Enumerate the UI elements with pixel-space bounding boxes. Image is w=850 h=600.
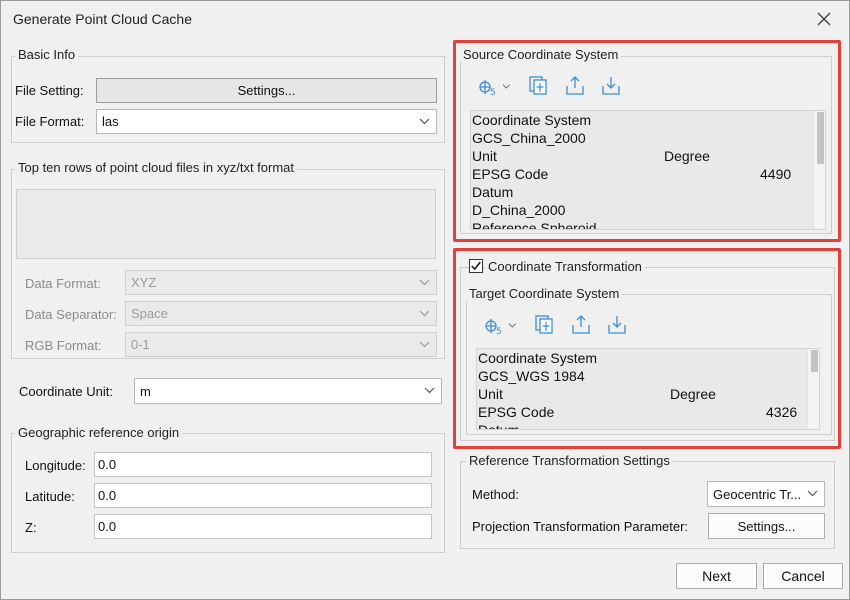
z-input[interactable] bbox=[94, 514, 432, 539]
file-settings-button[interactable]: Settings... bbox=[96, 78, 437, 103]
coordinate-transformation-checkbox[interactable] bbox=[469, 259, 483, 273]
xyz-preview-label: Top ten rows of point cloud files in xyz… bbox=[15, 160, 298, 175]
z-label: Z: bbox=[25, 520, 37, 535]
export-upload-icon[interactable] bbox=[563, 74, 587, 98]
data-separator-select[interactable]: Space bbox=[125, 301, 437, 326]
svg-text:5: 5 bbox=[490, 88, 496, 98]
target-cs-value: Degree bbox=[670, 386, 716, 402]
rgb-format-value: 0-1 bbox=[131, 337, 150, 352]
chevron-down-icon[interactable] bbox=[501, 74, 517, 98]
file-setting-label: File Setting: bbox=[15, 83, 84, 98]
import-cs-icon[interactable] bbox=[533, 313, 557, 337]
svg-text:5: 5 bbox=[496, 327, 502, 337]
file-format-value: las bbox=[102, 114, 119, 129]
source-cs-row: Reference Spheroid bbox=[472, 220, 597, 230]
method-value: Geocentric Tr... bbox=[713, 486, 802, 502]
export-upload-icon[interactable] bbox=[569, 313, 593, 337]
latitude-label: Latitude: bbox=[25, 489, 75, 504]
chevron-down-icon bbox=[419, 279, 430, 285]
rgb-format-label: RGB Format: bbox=[25, 338, 102, 353]
download-icon[interactable] bbox=[599, 74, 623, 98]
source-cs-value: 4490 bbox=[760, 166, 792, 182]
chevron-down-icon bbox=[424, 387, 435, 394]
source-cs-row: GCS_China_2000 bbox=[472, 130, 586, 146]
source-cs-info: Coordinate System GCS_China_2000 Unit De… bbox=[470, 110, 826, 230]
source-cs-scrollbar[interactable] bbox=[813, 111, 825, 229]
geo-origin-label: Geographic reference origin bbox=[15, 425, 183, 440]
target-cs-row: Unit bbox=[478, 386, 503, 402]
target-cs-value: 4326 bbox=[766, 404, 798, 420]
chevron-down-icon bbox=[419, 118, 430, 124]
source-cs-row: D_China_2000 bbox=[472, 202, 566, 218]
method-label: Method: bbox=[472, 487, 519, 502]
cancel-button[interactable]: Cancel bbox=[763, 563, 843, 589]
next-button[interactable]: Next bbox=[676, 563, 757, 589]
file-format-select[interactable]: las bbox=[96, 109, 437, 134]
target-cs-scrollbar[interactable] bbox=[807, 349, 819, 429]
coordinate-unit-value: m bbox=[140, 383, 151, 399]
basic-info-label: Basic Info bbox=[15, 47, 79, 62]
data-format-value: XYZ bbox=[131, 275, 157, 290]
coordinate-system-picker-icon[interactable]: 5 bbox=[483, 313, 507, 337]
target-cs-info: Coordinate System GCS_WGS 1984 Unit Degr… bbox=[476, 348, 820, 430]
chevron-down-icon bbox=[419, 341, 430, 347]
xyz-preview-area bbox=[16, 189, 436, 259]
scrollbar-thumb[interactable] bbox=[811, 350, 818, 372]
file-format-label: File Format: bbox=[15, 114, 85, 129]
scrollbar-thumb[interactable] bbox=[817, 112, 824, 164]
ref-transform-label: Reference Transformation Settings bbox=[466, 453, 673, 468]
method-select[interactable]: Geocentric Tr... bbox=[707, 481, 825, 507]
chevron-down-icon[interactable] bbox=[507, 313, 523, 337]
projection-param-label: Projection Transformation Parameter: bbox=[472, 519, 689, 534]
data-format-select[interactable]: XYZ bbox=[125, 270, 437, 295]
chevron-down-icon bbox=[807, 490, 818, 497]
data-format-label: Data Format: bbox=[25, 276, 101, 291]
source-cs-row: Datum bbox=[472, 184, 514, 200]
source-cs-row: Coordinate System bbox=[472, 112, 592, 128]
longitude-label: Longitude: bbox=[25, 458, 86, 473]
checkmark-icon bbox=[471, 261, 481, 271]
coordinate-transformation-label[interactable]: Coordinate Transformation bbox=[485, 259, 645, 274]
coordinate-unit-select[interactable]: m bbox=[134, 378, 442, 404]
source-cs-row: EPSG Code bbox=[472, 166, 549, 182]
dialog-title: Generate Point Cloud Cache bbox=[13, 11, 192, 27]
download-icon[interactable] bbox=[605, 313, 629, 337]
latitude-input[interactable] bbox=[94, 483, 432, 508]
source-cs-row: Unit bbox=[472, 148, 497, 164]
source-cs-value: Degree bbox=[664, 148, 710, 164]
generate-point-cloud-cache-dialog: Generate Point Cloud Cache Basic Info Fi… bbox=[0, 0, 850, 600]
source-cs-label: Source Coordinate System bbox=[460, 47, 622, 62]
target-cs-label: Target Coordinate System bbox=[466, 286, 623, 301]
close-icon[interactable] bbox=[813, 8, 835, 30]
coordinate-unit-label: Coordinate Unit: bbox=[19, 384, 113, 399]
coordinate-system-picker-icon[interactable]: 5 bbox=[477, 74, 501, 98]
target-cs-row: Coordinate System bbox=[478, 350, 598, 366]
title-bar: Generate Point Cloud Cache bbox=[1, 1, 849, 37]
target-cs-row: Datum bbox=[478, 422, 520, 430]
data-separator-label: Data Separator: bbox=[25, 307, 117, 322]
data-separator-value: Space bbox=[131, 306, 168, 321]
chevron-down-icon bbox=[419, 310, 430, 316]
projection-param-settings-button[interactable]: Settings... bbox=[708, 513, 825, 539]
import-cs-icon[interactable] bbox=[527, 74, 551, 98]
rgb-format-select[interactable]: 0-1 bbox=[125, 332, 437, 357]
target-cs-row: GCS_WGS 1984 bbox=[478, 368, 585, 384]
target-cs-row: EPSG Code bbox=[478, 404, 555, 420]
longitude-input[interactable] bbox=[94, 452, 432, 477]
